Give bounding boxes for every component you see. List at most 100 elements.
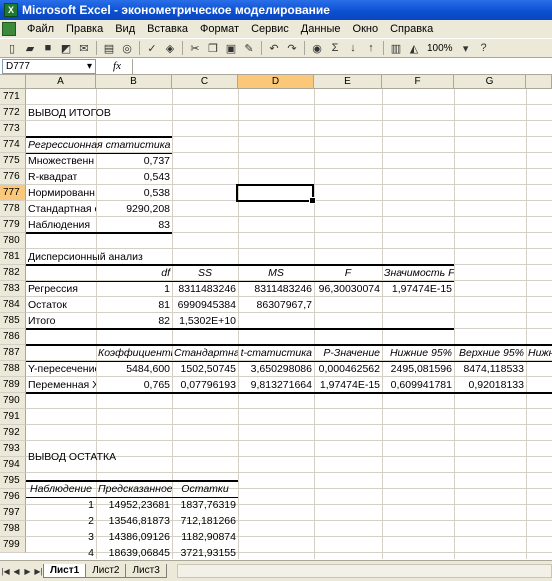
cell-b779[interactable]: 83 xyxy=(96,217,172,233)
cell-b787[interactable]: Коэффициенты xyxy=(96,345,172,361)
row-header-779[interactable]: 779 xyxy=(0,217,26,233)
row-header-793[interactable]: 793 xyxy=(0,441,26,457)
row-header-780[interactable]: 780 xyxy=(0,233,26,249)
cell-c782[interactable]: SS xyxy=(172,265,238,281)
row-header-799[interactable]: 799 xyxy=(0,537,26,553)
menu-tools[interactable]: Сервис xyxy=(245,23,295,35)
cell-a796[interactable]: 1 xyxy=(26,497,96,513)
sort-ascending-icon[interactable]: ↓ xyxy=(345,40,361,56)
first-sheet-icon[interactable]: |◀ xyxy=(0,567,11,576)
cell-a798[interactable]: 3 xyxy=(26,529,96,545)
row-header-794[interactable]: 794 xyxy=(0,457,26,473)
save-icon[interactable]: ■ xyxy=(40,40,56,56)
chart-wizard-icon[interactable]: ▥ xyxy=(388,40,404,56)
cell-c795[interactable]: Остатки xyxy=(172,481,238,497)
cell-b799[interactable]: 18639,06845 xyxy=(96,545,172,561)
excel-app-icon[interactable]: X xyxy=(4,3,18,17)
cell-g787[interactable]: Верхние 95% xyxy=(454,345,526,361)
column-header-a[interactable]: A xyxy=(26,75,96,89)
column-header-e[interactable]: E xyxy=(314,75,382,89)
column-header-c[interactable]: C xyxy=(172,75,238,89)
cell-d788[interactable]: 3,650298086 xyxy=(238,361,314,377)
column-header-d[interactable]: D xyxy=(238,75,314,89)
cell-a777[interactable]: Нормированн xyxy=(26,185,96,201)
drawing-icon[interactable]: ◭ xyxy=(406,40,422,56)
row-header-798[interactable]: 798 xyxy=(0,521,26,537)
menu-insert[interactable]: Вставка xyxy=(141,23,194,35)
spelling-icon[interactable]: ✓ xyxy=(144,40,160,56)
cell-a797[interactable]: 2 xyxy=(26,513,96,529)
cell-b777[interactable]: 0,538 xyxy=(96,185,172,201)
insert-function-icon[interactable]: fx xyxy=(102,60,132,72)
workbook-icon[interactable] xyxy=(2,22,16,36)
row-header-778[interactable]: 778 xyxy=(0,201,26,217)
row-header-772[interactable]: 772 xyxy=(0,105,26,121)
row-header-777[interactable]: 777 xyxy=(0,185,26,201)
cell-b795[interactable]: Предсказанное Y xyxy=(96,481,172,497)
cell-d789[interactable]: 9,813271664 xyxy=(238,377,314,393)
cell-a785[interactable]: Итого xyxy=(26,313,96,329)
hyperlink-icon[interactable]: ◉ xyxy=(309,40,325,56)
permission-icon[interactable]: ◩ xyxy=(58,40,74,56)
sheet-tab-2[interactable]: Лист2 xyxy=(85,564,127,578)
research-icon[interactable]: ◈ xyxy=(162,40,178,56)
cell-a788[interactable]: Y-пересечение xyxy=(26,361,96,377)
row-header-776[interactable]: 776 xyxy=(0,169,26,185)
name-box[interactable]: D777 ▾ xyxy=(2,58,96,74)
cell-a772[interactable]: ВЫВОД ИТОГОВ xyxy=(26,105,166,121)
undo-icon[interactable]: ↶ xyxy=(266,40,282,56)
row-header-786[interactable]: 786 xyxy=(0,329,26,345)
cell-f788[interactable]: 2495,081596 xyxy=(382,361,454,377)
cell-a789[interactable]: Переменная X xyxy=(26,377,96,393)
redo-icon[interactable]: ↷ xyxy=(284,40,300,56)
cell-e789[interactable]: 1,97474E-15 xyxy=(314,377,382,393)
cell-b782[interactable]: df xyxy=(96,265,172,281)
cell-b788[interactable]: 5484,600 xyxy=(96,361,172,377)
cell-a784[interactable]: Остаток xyxy=(26,297,96,313)
cell-e787[interactable]: P-Значение xyxy=(314,345,382,361)
horizontal-scrollbar[interactable] xyxy=(176,564,552,578)
cell-a781[interactable]: Дисперсионный анализ xyxy=(26,249,172,265)
cell-b775[interactable]: 0,737 xyxy=(96,153,172,169)
row-header-785[interactable]: 785 xyxy=(0,313,26,329)
row-header-790[interactable]: 790 xyxy=(0,393,26,409)
cell-b785[interactable]: 82 xyxy=(96,313,172,329)
cell-b778[interactable]: 9290,208 xyxy=(96,201,172,217)
cell-a778[interactable]: Стандартная о xyxy=(26,201,96,217)
cell-a775[interactable]: Множественн xyxy=(26,153,96,169)
previous-sheet-icon[interactable]: ◀ xyxy=(11,567,22,576)
row-header-788[interactable]: 788 xyxy=(0,361,26,377)
menu-file[interactable]: Файл xyxy=(21,23,60,35)
menu-help[interactable]: Справка xyxy=(384,23,439,35)
cell-b797[interactable]: 13546,81873 xyxy=(96,513,172,529)
cell-b783[interactable]: 1 xyxy=(96,281,172,297)
cell-g789[interactable]: 0,92018133 xyxy=(454,377,526,393)
row-header-783[interactable]: 783 xyxy=(0,281,26,297)
print-icon[interactable]: ▤ xyxy=(101,40,117,56)
menu-view[interactable]: Вид xyxy=(109,23,141,35)
row-header-795[interactable]: 795 xyxy=(0,473,26,489)
row-header-771[interactable]: 771 xyxy=(0,89,26,105)
row-header-781[interactable]: 781 xyxy=(0,249,26,265)
cell-b798[interactable]: 14386,09126 xyxy=(96,529,172,545)
active-cell-d777[interactable] xyxy=(236,184,316,204)
column-header-g[interactable]: G xyxy=(454,75,526,89)
cell-f782[interactable]: Значимость F xyxy=(382,265,454,281)
open-folder-icon[interactable]: ▰ xyxy=(22,40,38,56)
row-header-797[interactable]: 797 xyxy=(0,505,26,521)
autosum-icon[interactable]: Σ xyxy=(327,40,343,56)
cell-e782[interactable]: F xyxy=(314,265,382,281)
cell-a774[interactable]: Регрессионная статистика xyxy=(26,137,172,153)
cell-a783[interactable]: Регрессия xyxy=(26,281,96,297)
cell-c788[interactable]: 1502,50745 xyxy=(172,361,238,377)
row-header-787[interactable]: 787 xyxy=(0,345,26,361)
cell-c787[interactable]: Стандартная ошибка xyxy=(172,345,238,361)
menu-data[interactable]: Данные xyxy=(295,23,347,35)
cell-f789[interactable]: 0,609941781 xyxy=(382,377,454,393)
cell-d782[interactable]: MS xyxy=(238,265,314,281)
row-header-784[interactable]: 784 xyxy=(0,297,26,313)
column-header-b[interactable]: B xyxy=(96,75,172,89)
chevron-down-icon[interactable]: ▾ xyxy=(458,40,474,56)
row-header-775[interactable]: 775 xyxy=(0,153,26,169)
row-header-792[interactable]: 792 xyxy=(0,425,26,441)
